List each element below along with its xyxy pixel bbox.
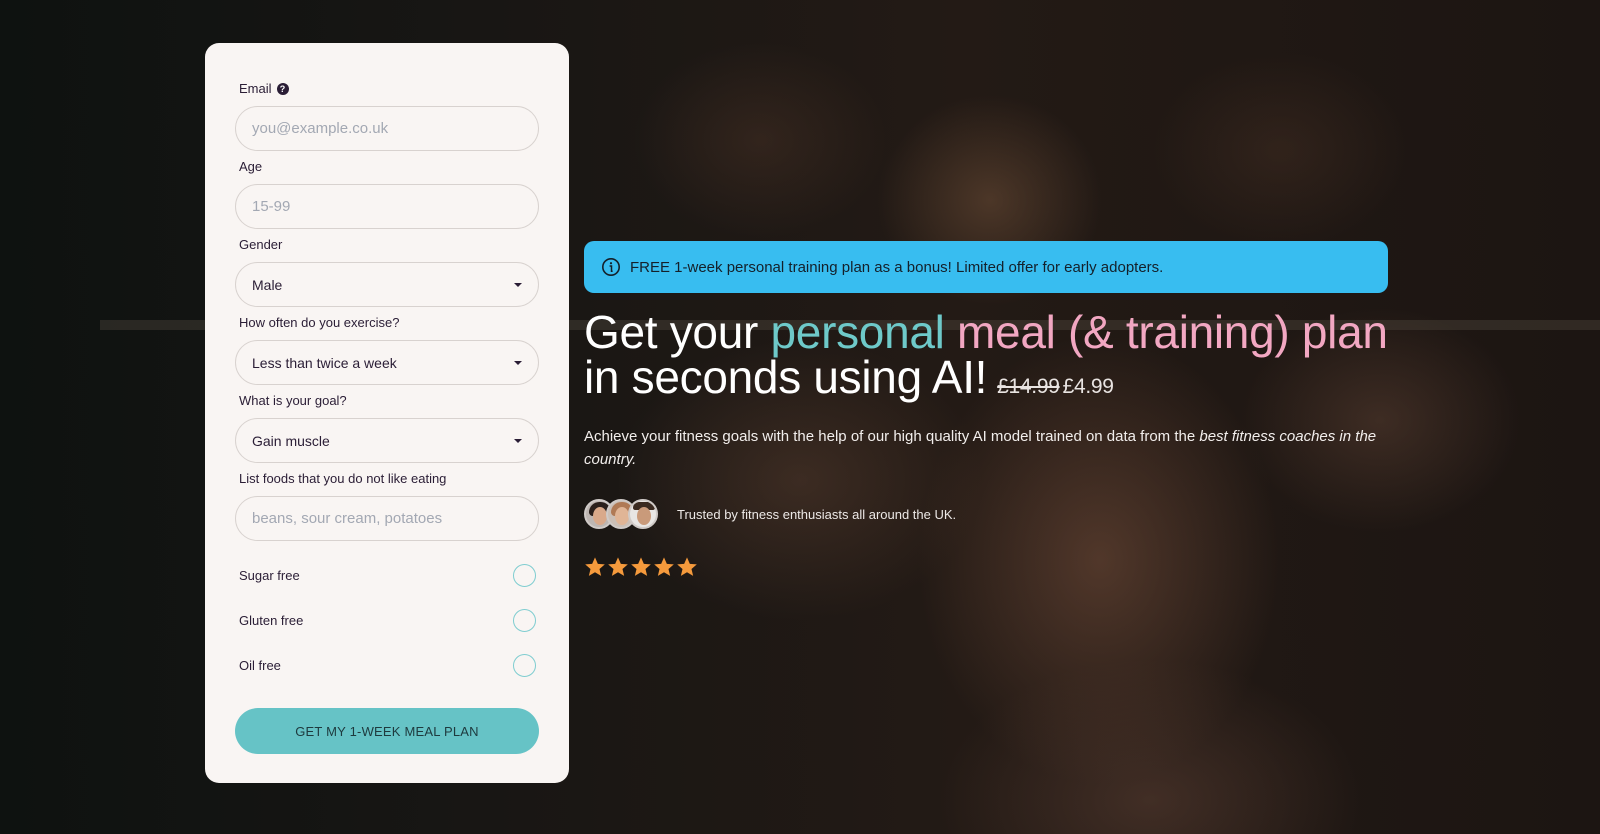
sugar-free-label: Sugar free xyxy=(239,567,300,583)
oil-free-row: Oil free xyxy=(239,653,539,677)
dislikes-input[interactable] xyxy=(235,496,539,541)
price-new: £4.99 xyxy=(1062,375,1114,398)
star-icon xyxy=(654,557,674,576)
caret-down-icon xyxy=(514,439,522,443)
headline-part-4: in seconds using AI! xyxy=(584,351,988,403)
offer-banner: FREE 1-week personal training plan as a … xyxy=(584,241,1388,293)
exercise-label: How often do you exercise? xyxy=(239,315,400,330)
gender-value: Male xyxy=(252,276,283,293)
goal-value: Gain muscle xyxy=(252,432,330,449)
meal-plan-form: Email ? Age Gender Male How often do you… xyxy=(205,43,569,783)
description-text: Achieve your fitness goals with the help… xyxy=(584,428,1200,445)
gluten-free-label: Gluten free xyxy=(239,612,304,628)
sugar-free-row: Sugar free xyxy=(239,563,539,587)
exercise-value: Less than twice a week xyxy=(252,354,397,371)
trust-row: Trusted by fitness enthusiasts all aroun… xyxy=(584,499,956,529)
price-old: £14.99 xyxy=(997,375,1060,398)
headline-meal-plan: meal (& training) plan xyxy=(944,306,1388,358)
star-icon xyxy=(585,557,605,576)
info-circle-icon xyxy=(602,258,620,276)
star-icon xyxy=(631,557,651,576)
gender-label: Gender xyxy=(239,237,283,252)
hero-description: Achieve your fitness goals with the help… xyxy=(584,425,1394,471)
goal-select[interactable]: Gain muscle xyxy=(235,418,539,463)
banner-text: FREE 1-week personal training plan as a … xyxy=(630,258,1164,276)
email-input[interactable] xyxy=(235,106,539,151)
email-label: Email ? xyxy=(239,81,289,96)
goal-label: What is your goal? xyxy=(239,393,347,408)
caret-down-icon xyxy=(514,283,522,287)
gluten-free-row: Gluten free xyxy=(239,608,539,632)
hero-headline: Get your personal meal (& training) plan… xyxy=(584,309,1404,409)
gluten-free-checkbox[interactable] xyxy=(513,608,536,632)
star-icon xyxy=(677,557,697,576)
oil-free-checkbox[interactable] xyxy=(513,653,536,677)
age-label: Age xyxy=(239,159,263,174)
avatar-group xyxy=(584,499,658,529)
exercise-select[interactable]: Less than twice a week xyxy=(235,340,539,385)
avatar xyxy=(628,499,658,529)
get-meal-plan-button[interactable]: GET MY 1-WEEK MEAL PLAN xyxy=(235,708,539,754)
sugar-free-checkbox[interactable] xyxy=(513,563,536,587)
help-icon[interactable]: ? xyxy=(276,82,289,95)
oil-free-label: Oil free xyxy=(239,657,281,673)
star-icon xyxy=(608,557,628,576)
trust-text: Trusted by fitness enthusiasts all aroun… xyxy=(677,506,957,522)
age-input[interactable] xyxy=(235,184,539,229)
dislikes-label: List foods that you do not like eating xyxy=(239,471,447,486)
caret-down-icon xyxy=(514,361,522,365)
rating-stars xyxy=(584,556,698,578)
gender-select[interactable]: Male xyxy=(235,262,539,307)
